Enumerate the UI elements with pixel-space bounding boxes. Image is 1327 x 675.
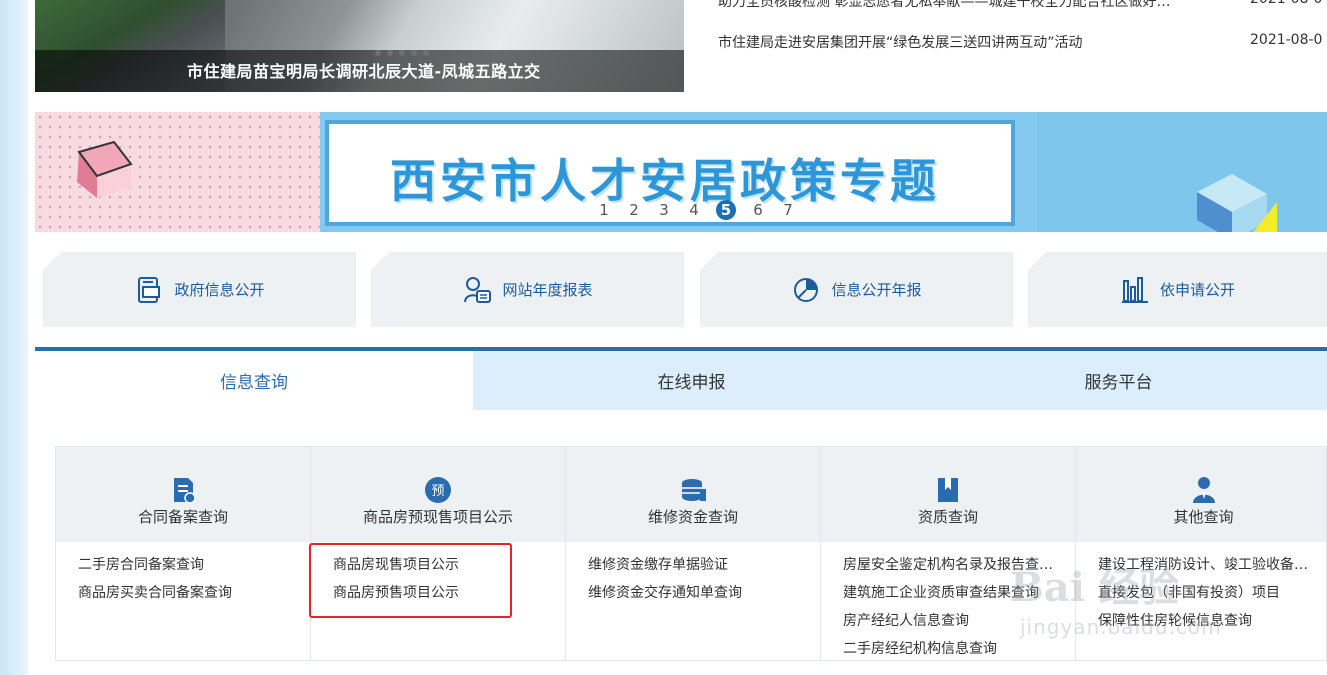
contract-icon	[174, 478, 196, 504]
news-title[interactable]: 助力全员核酸检测 彰显志愿者无私奉献——城建干校全力配合社区做好…	[718, 0, 1238, 11]
column-header[interactable]: 其他查询	[1076, 447, 1327, 542]
pager-item-active[interactable]: 5	[716, 200, 736, 220]
user-report-icon	[464, 276, 492, 303]
left-decor-strip	[0, 0, 28, 675]
pager-item[interactable]: 7	[780, 200, 796, 220]
query-link[interactable]: 二手房合同备案查询	[78, 551, 306, 579]
photo-caption[interactable]: 市住建局苗宝明局长调研北辰大道-凤城五路立交	[187, 58, 541, 82]
news-date: 2021-08-0	[1250, 32, 1323, 48]
news-title[interactable]: 市住建局走进安居集团开展“绿色发展三送四讲两互动”活动	[718, 32, 1238, 52]
pager-item[interactable]: 6	[750, 200, 766, 220]
tab-info-query[interactable]: 信息查询	[35, 351, 473, 410]
news-date: 2021-08-0	[1250, 0, 1322, 7]
query-column-maintenance-fund: 维修资金查询 维修资金缴存单据验证 维修资金交存通知单查询	[566, 447, 821, 660]
pager-item[interactable]: 3	[656, 200, 672, 220]
column-title: 商品房预现售项目公示	[362, 508, 513, 526]
tab-service-platform[interactable]: 服务平台	[910, 351, 1327, 410]
quick-link-disclosure-report[interactable]: 信息公开年报	[700, 252, 1013, 327]
pager-item[interactable]: 2	[626, 200, 642, 220]
cube-right-icon	[1197, 174, 1277, 232]
pie-chart-icon	[794, 277, 819, 302]
query-link[interactable]: 维修资金缴存单据验证	[588, 551, 816, 579]
link-list: 维修资金缴存单据验证 维修资金交存通知单查询	[588, 551, 816, 607]
svg-text:预: 预	[431, 484, 444, 499]
quick-link-label: 网站年度报表	[502, 281, 593, 299]
watermark-url: jingyan.baidu.com	[1020, 615, 1222, 639]
presale-badge-icon: 预	[425, 477, 451, 503]
column-header[interactable]: 资质查询	[821, 447, 1075, 542]
bookmark-icon	[938, 478, 958, 502]
quick-link-label: 依申请公开	[1159, 281, 1235, 299]
watermark-brand: Bai 经验	[1010, 564, 1179, 611]
column-header[interactable]: 合同备案查询	[56, 447, 310, 542]
news-photo-slider[interactable]: 市住建局苗宝明局长调研北辰大道-凤城五路立交	[35, 0, 684, 92]
bar-chart-icon	[1121, 276, 1148, 303]
column-title: 合同备案查询	[137, 508, 228, 526]
query-link[interactable]: 商品房买卖合同备案查询	[78, 579, 306, 607]
link-list: 二手房合同备案查询 商品房买卖合同备案查询	[78, 551, 306, 607]
quick-link-by-request[interactable]: 依申请公开	[1028, 252, 1327, 327]
column-title: 其他查询	[1173, 508, 1234, 526]
column-header[interactable]: 预 商品房预现售项目公示	[311, 447, 565, 542]
cube-left-icon	[77, 140, 133, 198]
quick-link-annual-report[interactable]: 网站年度报表	[371, 252, 684, 327]
baidu-jingyan-watermark: Bai 经验 jingyan.baidu.com	[1010, 555, 1270, 655]
pager-item[interactable]: 1	[596, 200, 612, 220]
column-title: 维修资金查询	[647, 508, 738, 526]
tab-online-declare[interactable]: 在线申报	[473, 351, 910, 410]
quick-link-label: 政府信息公开	[174, 281, 265, 299]
highlight-annotation-box	[309, 543, 512, 618]
news-item[interactable]: 市住建局走进安居集团开展“绿色发展三送四讲两互动”活动 2021-08-0	[718, 32, 1327, 58]
coins-icon	[682, 479, 706, 501]
quick-link-gov-info[interactable]: 政府信息公开	[43, 252, 356, 327]
query-column-contract: 合同备案查询 二手房合同备案查询 商品房买卖合同备案查询	[56, 447, 311, 660]
person-icon	[1192, 477, 1215, 503]
query-link[interactable]: 维修资金交存通知单查询	[588, 579, 816, 607]
banner-pager[interactable]: 1 2 3 4 5 6 7	[596, 200, 796, 220]
column-title: 资质查询	[917, 508, 978, 526]
document-icon	[138, 276, 161, 303]
page: 市住建局苗宝明局长调研北辰大道-凤城五路立交 助力全员核酸检测 彰显志愿者无私奉…	[0, 0, 1327, 675]
pager-item[interactable]: 4	[686, 200, 702, 220]
news-list: 助力全员核酸检测 彰显志愿者无私奉献——城建干校全力配合社区做好… 2021-0…	[718, 0, 1327, 52]
column-header[interactable]: 维修资金查询	[566, 447, 820, 542]
news-item[interactable]: 助力全员核酸检测 彰显志愿者无私奉献——城建干校全力配合社区做好… 2021-0…	[718, 0, 1327, 17]
quick-link-label: 信息公开年报	[831, 281, 922, 299]
